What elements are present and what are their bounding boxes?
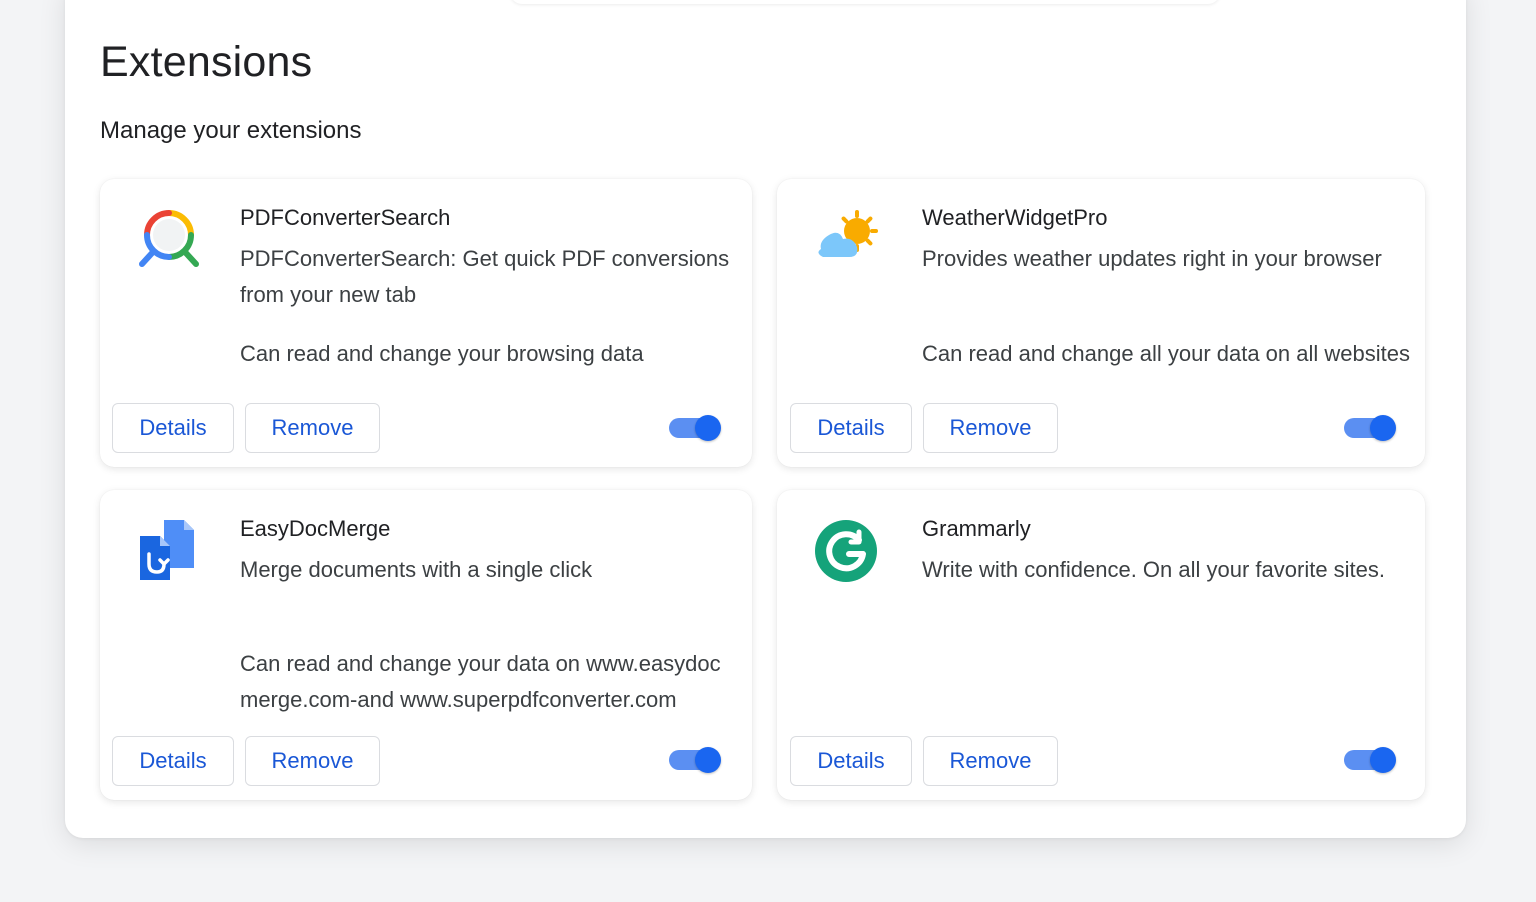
toggle-knob — [695, 747, 721, 773]
remove-button[interactable]: Remove — [923, 736, 1058, 786]
toggle-knob — [1370, 415, 1396, 441]
extension-permission: Can read and change your browsing data — [240, 341, 644, 366]
remove-button[interactable]: Remove — [923, 403, 1058, 453]
details-button[interactable]: Details — [112, 736, 234, 786]
extension-name: EasyDocMerge — [240, 516, 391, 541]
extension-name: PDFConverterSearch — [240, 205, 451, 230]
remove-button[interactable]: Remove — [245, 736, 380, 786]
extension-card-pdfconvertersearch: PDFConverterSearch PDFConverterSearch: G… — [100, 179, 752, 467]
extension-description: Merge documents with a single click — [240, 557, 593, 582]
enable-toggle[interactable] — [669, 747, 721, 773]
remove-button[interactable]: Remove — [245, 403, 380, 453]
toggle-knob — [1370, 747, 1396, 773]
extension-card-grammarly: Grammarly Write with confidence. On all … — [777, 490, 1425, 800]
page-title: Extensions — [100, 38, 313, 86]
extension-description: Write with confidence. On all your favor… — [922, 557, 1386, 582]
extension-name: Grammarly — [922, 516, 1031, 541]
details-button[interactable]: Details — [790, 736, 912, 786]
extension-description: PDFConverterSearch: Get quick PDF conver… — [240, 246, 730, 307]
extension-description: Provides weather updates right in your b… — [922, 246, 1382, 271]
extension-permission: Can read and change all your data on all… — [922, 341, 1410, 366]
document-merge-icon — [136, 518, 202, 584]
grammarly-icon — [813, 518, 879, 584]
search-bar-edge — [510, 0, 1220, 4]
extension-card-easydocmerge: EasyDocMerge Merge documents with a sing… — [100, 490, 752, 800]
weather-icon — [813, 207, 879, 273]
extension-permission: Can read and change your data on www.eas… — [240, 651, 721, 712]
magnifier-icon — [136, 207, 202, 273]
details-button[interactable]: Details — [790, 403, 912, 453]
enable-toggle[interactable] — [669, 415, 721, 441]
enable-toggle[interactable] — [1344, 415, 1396, 441]
extension-card-weatherwidgetpro: WeatherWidgetPro Provides weather update… — [777, 179, 1425, 467]
details-button[interactable]: Details — [112, 403, 234, 453]
page-subtitle: Manage your extensions — [100, 117, 362, 144]
toggle-knob — [695, 415, 721, 441]
enable-toggle[interactable] — [1344, 747, 1396, 773]
extension-name: WeatherWidgetPro — [922, 205, 1108, 230]
